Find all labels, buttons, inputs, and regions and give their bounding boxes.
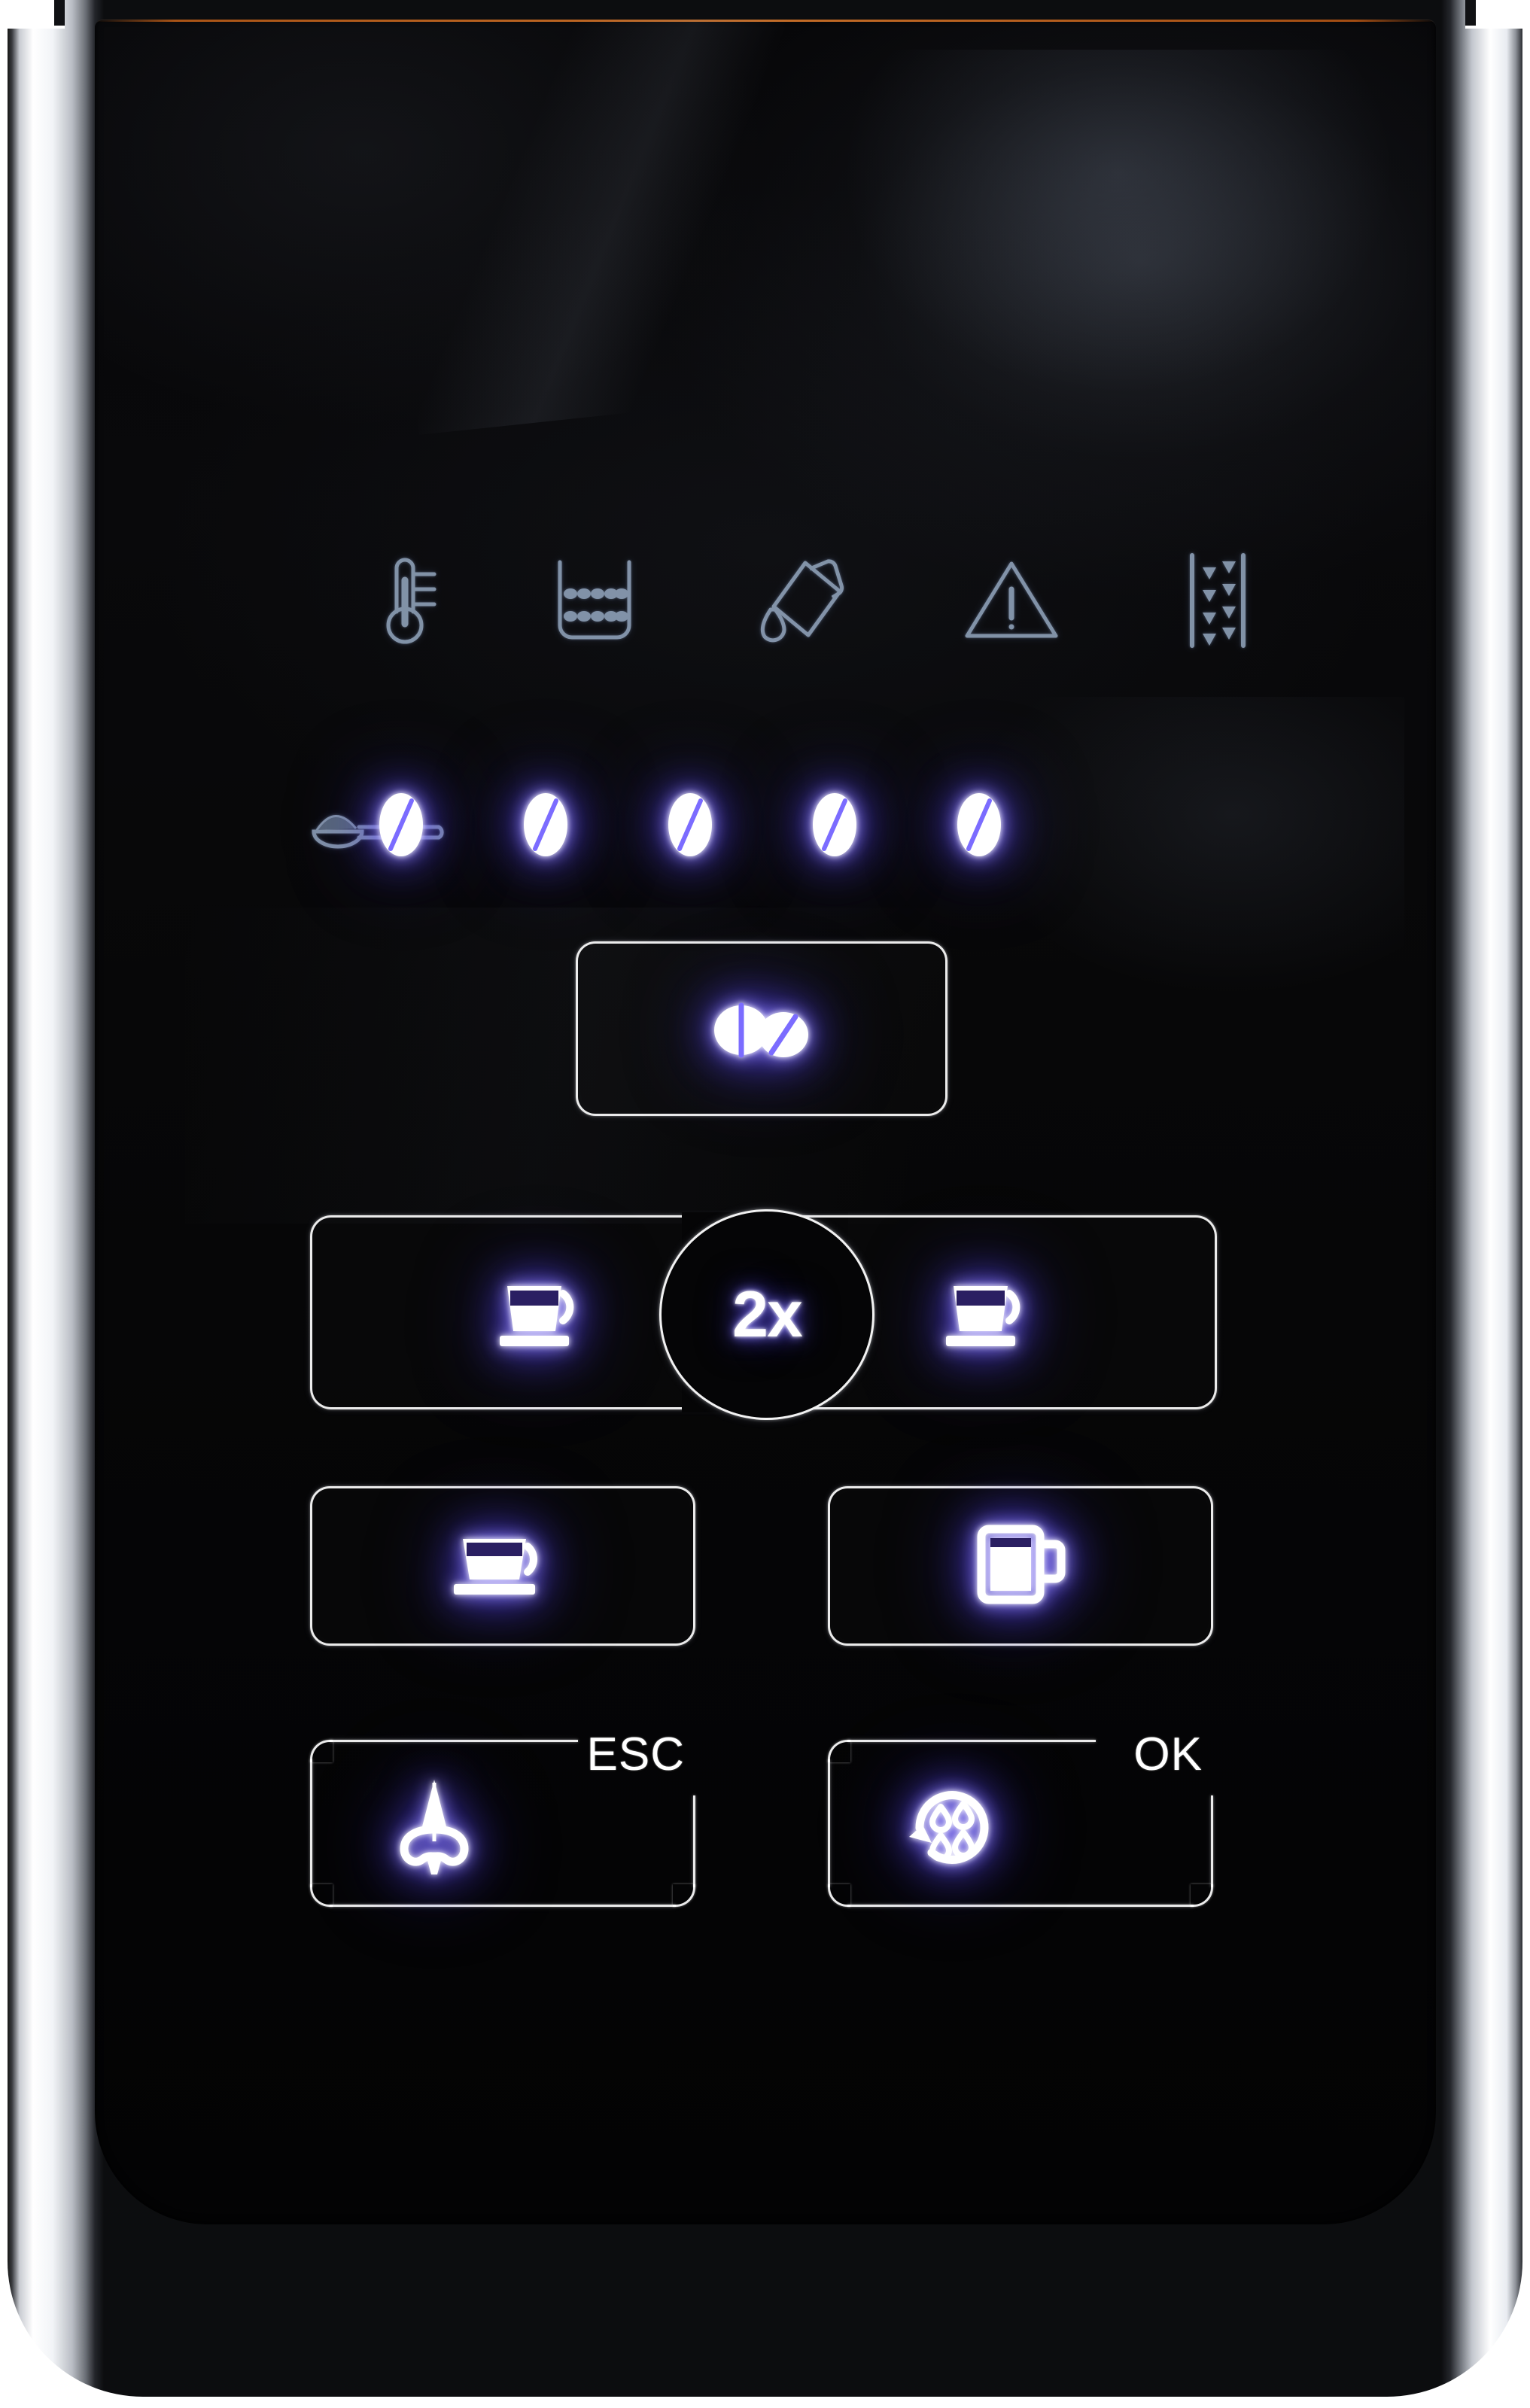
ok-border-top: [847, 1740, 1096, 1742]
ok-border-right: [1211, 1795, 1213, 1887]
double-shot-label: 2x: [732, 1278, 803, 1351]
coffee-cup-saucer-icon: [446, 1521, 559, 1612]
tall-mug-icon: [969, 1519, 1072, 1614]
bean-lamp-2: [504, 781, 587, 868]
grounds-container-icon: [534, 540, 655, 661]
ok-border-bottom: [847, 1905, 1194, 1907]
espresso-cup-icon: [935, 1266, 1038, 1359]
tall-mug-button[interactable]: [828, 1486, 1213, 1646]
steam-esc-button[interactable]: ESC: [310, 1728, 695, 1907]
water-filter-icon: [1157, 540, 1278, 661]
esc-border-top: [330, 1740, 578, 1742]
function-button-row: ESC OK: [0, 1723, 1530, 1919]
espresso-button-row: 2x: [0, 1209, 1530, 1420]
drink-button-row: [0, 1486, 1530, 1659]
double-coffee-bean-icon: [705, 993, 818, 1066]
thermometer-icon: [346, 540, 467, 661]
glass-reflection-streak: [375, 20, 899, 435]
rinse-cycle-icon: [828, 1756, 1076, 1899]
glass-top-edge-highlight: [95, 20, 1436, 22]
descale-icon: [741, 540, 861, 661]
steam-nozzle-icon: [310, 1756, 558, 1899]
ok-corner-br: [1191, 1884, 1213, 1907]
bean-lamp-1: [360, 781, 443, 868]
bean-lamp-3: [649, 781, 732, 868]
esc-border-bottom: [330, 1905, 676, 1907]
top-right-notch-shadow: [1465, 0, 1476, 26]
ok-label: OK: [1133, 1728, 1203, 1780]
double-shot-button[interactable]: 2x: [659, 1209, 875, 1420]
bean-lamp-5: [938, 781, 1021, 868]
esc-border-right: [693, 1795, 695, 1887]
machine-status-indicators: [95, 540, 1436, 661]
coffee-strength-indicator: [95, 768, 1436, 880]
rinse-ok-button[interactable]: OK: [828, 1728, 1213, 1907]
strength-select-button[interactable]: [576, 941, 948, 1116]
esc-corner-br: [673, 1884, 695, 1907]
warning-triangle-icon: [951, 540, 1072, 661]
control-panel-housing: 2x ESC OK: [0, 0, 1530, 2408]
coffee-cup-button[interactable]: [310, 1486, 695, 1646]
espresso-cup-icon: [489, 1266, 592, 1359]
bean-lamp-4: [793, 781, 876, 868]
top-left-notch-shadow: [54, 0, 65, 26]
esc-label: ESC: [586, 1728, 685, 1780]
